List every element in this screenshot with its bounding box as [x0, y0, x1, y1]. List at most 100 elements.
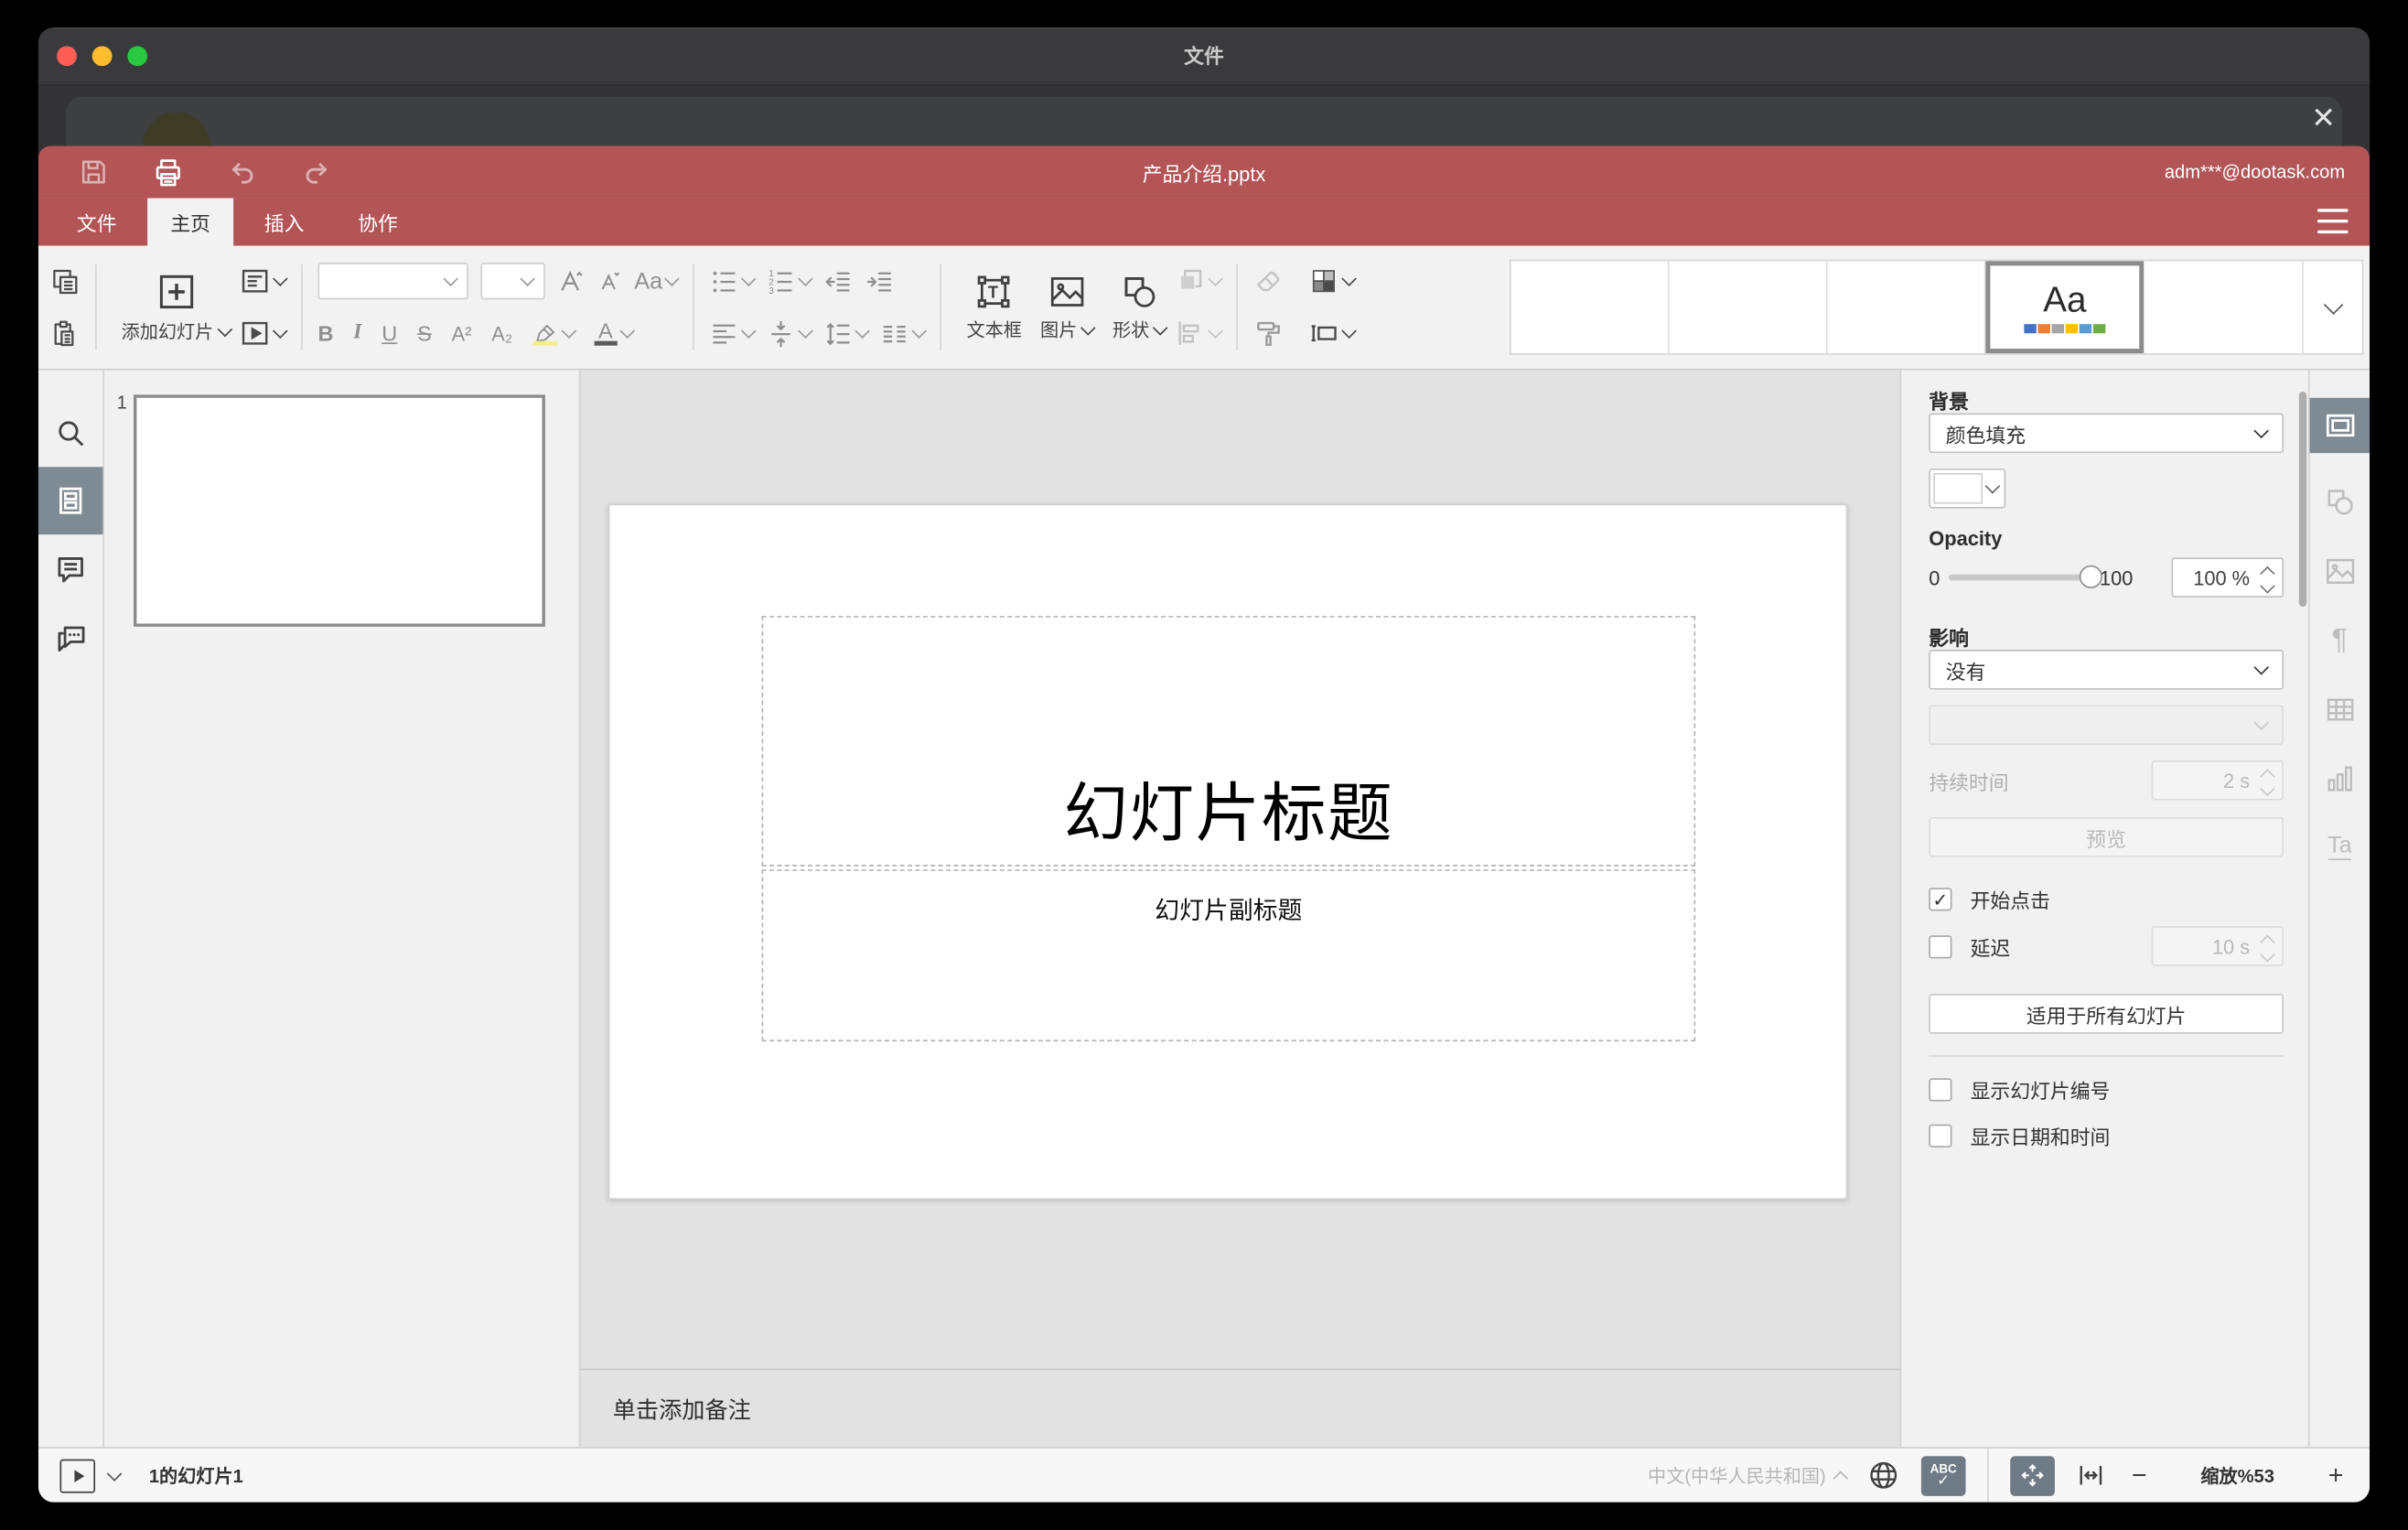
line-spacing-icon[interactable] [823, 318, 871, 348]
tab-home[interactable]: 主页 [147, 198, 234, 246]
background-color-picker[interactable] [1929, 468, 2006, 509]
copy-style-icon[interactable] [1253, 318, 1285, 349]
comments-icon[interactable] [38, 534, 102, 604]
fit-slide-button[interactable] [2010, 1455, 2055, 1496]
hamburger-menu-icon[interactable] [2317, 209, 2349, 234]
insert-textbox-button[interactable]: T 文本框 [957, 246, 1031, 369]
preview-options-icon[interactable] [106, 1465, 123, 1482]
decrease-font-icon[interactable] [597, 269, 622, 294]
theme-option-3[interactable] [1827, 261, 1986, 354]
slide-1[interactable]: 幻灯片标题 幻灯片副标题 [607, 503, 1848, 1200]
tab-file[interactable]: 文件 [54, 199, 140, 246]
tab-insert[interactable]: 插入 [242, 199, 328, 246]
apply-to-all-slides-button[interactable]: 适用于所有幻灯片 [1929, 994, 2284, 1034]
delay-label: 延迟 [1970, 936, 2011, 960]
opacity-slider[interactable] [1949, 565, 2103, 588]
paste-icon[interactable] [50, 318, 80, 348]
set-language-icon[interactable] [1867, 1460, 1899, 1492]
font-size-select[interactable] [480, 263, 545, 300]
zoom-in-button[interactable]: + [2324, 1460, 2349, 1491]
fit-width-button[interactable] [2076, 1460, 2105, 1490]
reset-style-icon[interactable] [1253, 265, 1285, 296]
delay-checkbox[interactable] [1929, 934, 1952, 958]
status-bar: 1的幻灯片1 中文(中华人民共和国) ABC ✓ − 缩放%53 + [38, 1447, 2370, 1503]
effect-select[interactable]: 没有 [1929, 650, 2284, 690]
background-fill-select[interactable]: 颜色填充 [1929, 413, 2284, 454]
decrease-indent-icon[interactable] [823, 266, 853, 296]
bullet-list-icon[interactable] [710, 266, 758, 296]
superscript-button[interactable]: A² [452, 322, 472, 345]
paragraph-settings-icon[interactable]: ¶ [2310, 605, 2370, 674]
slide-layout-icon[interactable] [240, 265, 288, 296]
opacity-down-icon[interactable] [2260, 578, 2275, 594]
shape-settings-icon[interactable] [2310, 467, 2370, 536]
chat-icon[interactable] [38, 604, 102, 673]
image-settings-icon[interactable] [2310, 536, 2370, 606]
theme-option-2[interactable] [1670, 261, 1828, 354]
preview-button[interactable]: 预览 [1929, 816, 2284, 857]
italic-button[interactable]: I [353, 321, 361, 346]
font-group: Aa B I U S A² A₂ A [317, 246, 681, 369]
insert-image-button[interactable]: 图片 [1031, 246, 1103, 369]
theme-option-5[interactable] [2144, 261, 2302, 353]
change-case-icon[interactable]: Aa [634, 268, 681, 294]
opacity-spinner[interactable]: 100 % [2171, 557, 2284, 598]
align-shapes-icon[interactable] [1176, 318, 1224, 349]
effect-type-select[interactable] [1929, 705, 2284, 746]
slides-panel-icon[interactable] [38, 467, 103, 535]
font-color-button[interactable]: A [594, 318, 635, 345]
color-scheme-icon[interactable] [1309, 265, 1358, 296]
account-email: adm***@dootask.com [2164, 161, 2346, 183]
slide-settings-icon[interactable] [2309, 397, 2370, 454]
slide-title-text: 幻灯片标题 [1063, 777, 1394, 850]
subscript-button[interactable]: A₂ [491, 322, 512, 345]
close-icon[interactable]: ✕ [2302, 98, 2345, 141]
table-settings-icon[interactable] [2310, 674, 2370, 744]
start-on-click-label: 开始点击 [1970, 889, 2050, 913]
increase-font-icon[interactable] [557, 267, 585, 295]
show-slide-number-checkbox[interactable] [1929, 1078, 1952, 1102]
font-name-select[interactable] [317, 263, 468, 300]
columns-icon[interactable] [880, 318, 928, 348]
duration-spinner[interactable]: 2 s [2151, 760, 2284, 801]
bold-button[interactable]: B [317, 321, 333, 346]
delay-row: 延迟 10 s [1929, 926, 2284, 966]
image-label: 图片 [1040, 319, 1078, 341]
svg-text:T: T [988, 283, 998, 301]
textart-settings-icon[interactable]: Ta [2310, 813, 2370, 882]
show-date-time-checkbox[interactable] [1929, 1124, 1952, 1148]
delay-spinner[interactable]: 10 s [2151, 926, 2284, 966]
strikethrough-button[interactable]: S [417, 321, 432, 346]
copy-icon[interactable] [50, 266, 80, 296]
chart-settings-icon[interactable] [2310, 743, 2370, 813]
vertical-align-icon[interactable] [767, 318, 814, 348]
panel-scrollbar[interactable] [2298, 392, 2307, 608]
increase-indent-icon[interactable] [865, 266, 895, 296]
theme-option-1[interactable] [1511, 261, 1670, 354]
slide-size-icon[interactable] [1309, 318, 1358, 349]
spell-check-button[interactable]: ABC ✓ [1920, 1455, 1966, 1496]
notes-area[interactable]: 单击添加备注 [580, 1368, 1900, 1448]
tab-collaboration[interactable]: 协作 [335, 199, 421, 246]
language-selector[interactable]: 中文(中华人民共和国) [1648, 1462, 1849, 1489]
right-sidebar: ¶ Ta [2307, 370, 2370, 1448]
theme-option-selected[interactable]: Aa [1985, 261, 2145, 354]
start-slideshow-icon[interactable] [240, 318, 288, 349]
start-on-click-checkbox[interactable]: ✓ [1929, 888, 1952, 911]
zoom-out-button[interactable]: − [2127, 1460, 2152, 1491]
arrange-order-icon[interactable] [1176, 265, 1224, 296]
underline-button[interactable]: U [382, 321, 397, 346]
svg-text:3: 3 [769, 286, 775, 296]
start-preview-icon[interactable] [59, 1458, 96, 1492]
insert-shape-button[interactable]: 形状 [1103, 246, 1176, 369]
horizontal-align-icon[interactable] [710, 318, 758, 348]
slide-thumbnail-1[interactable] [134, 394, 545, 627]
search-icon[interactable] [38, 398, 102, 468]
theme-gallery-expand[interactable] [2302, 261, 2361, 354]
title-placeholder[interactable]: 幻灯片标题 [761, 616, 1696, 867]
highlight-color-button[interactable] [532, 322, 576, 345]
main-area: 幻灯片标题 幻灯片副标题 单击添加备注 [580, 370, 1900, 1448]
add-slide-button[interactable]: 添加幻灯片 [113, 246, 240, 369]
numbered-list-icon[interactable]: 123 [767, 266, 814, 296]
subtitle-placeholder[interactable]: 幻灯片副标题 [761, 869, 1696, 1042]
